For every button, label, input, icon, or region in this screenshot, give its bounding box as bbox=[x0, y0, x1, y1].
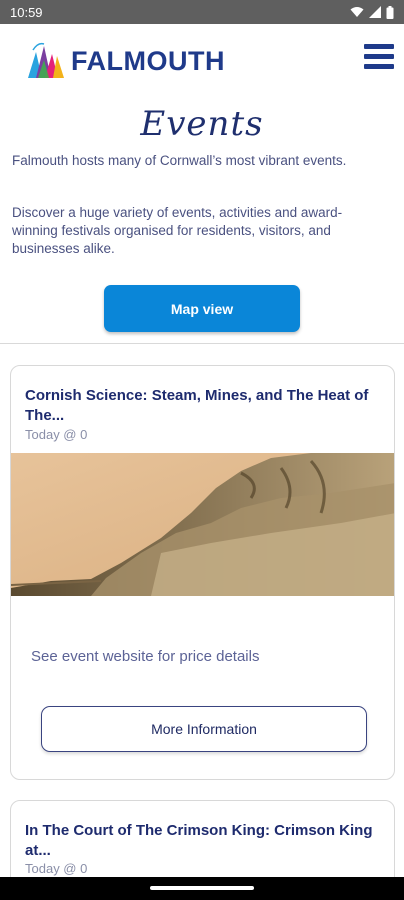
event-date: Today @ 0 bbox=[25, 427, 88, 442]
menu-button[interactable] bbox=[364, 44, 394, 70]
more-information-button[interactable]: More Information bbox=[41, 706, 367, 752]
battery-icon bbox=[386, 5, 394, 19]
brand-name: FALMOUTH bbox=[71, 46, 225, 76]
event-image[interactable] bbox=[11, 453, 395, 596]
event-title[interactable]: Cornish Science: Steam, Mines, and The H… bbox=[25, 386, 375, 426]
system-navigation-bar bbox=[0, 877, 404, 900]
home-gesture-handle[interactable] bbox=[150, 886, 254, 890]
page-title: Events bbox=[140, 104, 264, 144]
menu-icon-bar bbox=[364, 44, 394, 49]
event-card[interactable]: Cornish Science: Steam, Mines, and The H… bbox=[10, 365, 395, 780]
event-price: See event website for price details bbox=[31, 648, 260, 665]
signal-icon bbox=[369, 6, 381, 18]
app-header: FALMOUTH bbox=[0, 24, 404, 100]
falmouth-logo-icon bbox=[28, 42, 64, 78]
event-date: Today @ 0 bbox=[25, 861, 88, 876]
wifi-icon bbox=[350, 7, 364, 17]
status-time: 10:59 bbox=[10, 4, 43, 20]
menu-icon-bar bbox=[364, 64, 394, 69]
intro-text: Falmouth hosts many of Cornwall’s most v… bbox=[12, 153, 347, 168]
event-title[interactable]: In The Court of The Crimson King: Crimso… bbox=[25, 821, 375, 861]
status-bar: 10:59 bbox=[0, 0, 404, 24]
section-divider bbox=[0, 343, 404, 344]
intro-text-secondary: Discover a huge variety of events, activ… bbox=[12, 205, 343, 256]
menu-icon-bar bbox=[364, 54, 394, 59]
status-icons bbox=[350, 5, 394, 19]
map-view-button[interactable]: Map view bbox=[104, 285, 300, 332]
